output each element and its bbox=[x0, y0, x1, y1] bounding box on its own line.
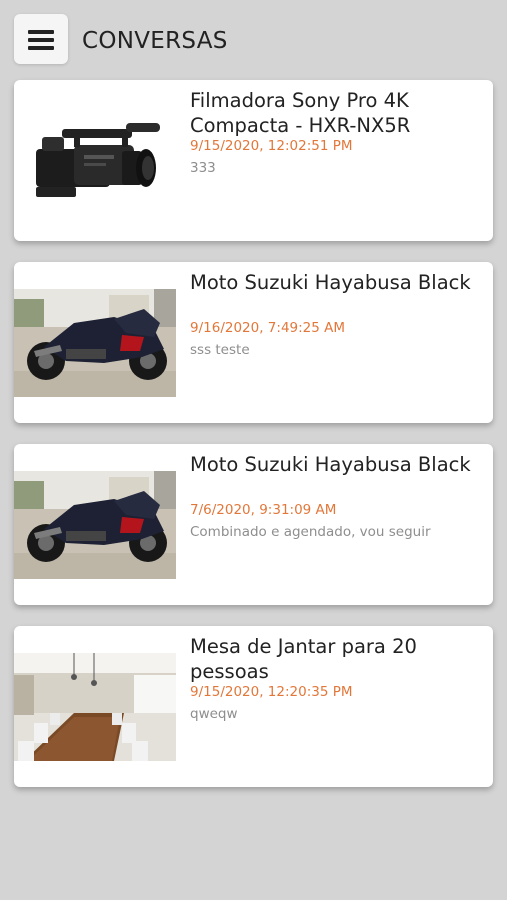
motorcycle-image bbox=[14, 471, 176, 579]
motorcycle-image bbox=[14, 289, 176, 397]
conversation-card[interactable]: Moto Suzuki Hayabusa Black 7/6/2020, 9:3… bbox=[14, 444, 493, 605]
conversation-date: 7/6/2020, 9:31:09 AM bbox=[190, 502, 337, 518]
conversation-last-message: 333 bbox=[190, 160, 216, 176]
conversation-title: Moto Suzuki Hayabusa Black bbox=[190, 453, 471, 476]
conversation-card[interactable]: Mesa de Jantar para 20 pessoas 9/15/2020… bbox=[14, 626, 493, 787]
conversation-title: Mesa de Jantar para 20 pessoas bbox=[190, 635, 417, 683]
conversation-card[interactable]: Filmadora Sony Pro 4K Compacta - HXR-NX5… bbox=[14, 80, 493, 241]
conversation-last-message: sss teste bbox=[190, 342, 250, 358]
dining-table-image bbox=[14, 653, 176, 761]
conversation-date: 9/15/2020, 12:20:35 PM bbox=[190, 684, 353, 700]
conversation-last-message: qweqw bbox=[190, 706, 238, 722]
conversation-date: 9/16/2020, 7:49:25 AM bbox=[190, 320, 346, 336]
conversation-last-message: Combinado e agendado, vou seguir bbox=[190, 524, 431, 540]
conversation-card[interactable]: Moto Suzuki Hayabusa Black 9/16/2020, 7:… bbox=[14, 262, 493, 423]
app-header: CONVERSAS bbox=[0, 0, 507, 80]
conversation-title: Moto Suzuki Hayabusa Black bbox=[190, 271, 471, 294]
camcorder-image bbox=[14, 107, 176, 215]
conversation-title: Filmadora Sony Pro 4K Compacta - HXR-NX5… bbox=[190, 89, 411, 137]
conversation-date: 9/15/2020, 12:02:51 PM bbox=[190, 138, 353, 154]
menu-button[interactable] bbox=[14, 14, 68, 64]
page-title: CONVERSAS bbox=[82, 28, 228, 54]
